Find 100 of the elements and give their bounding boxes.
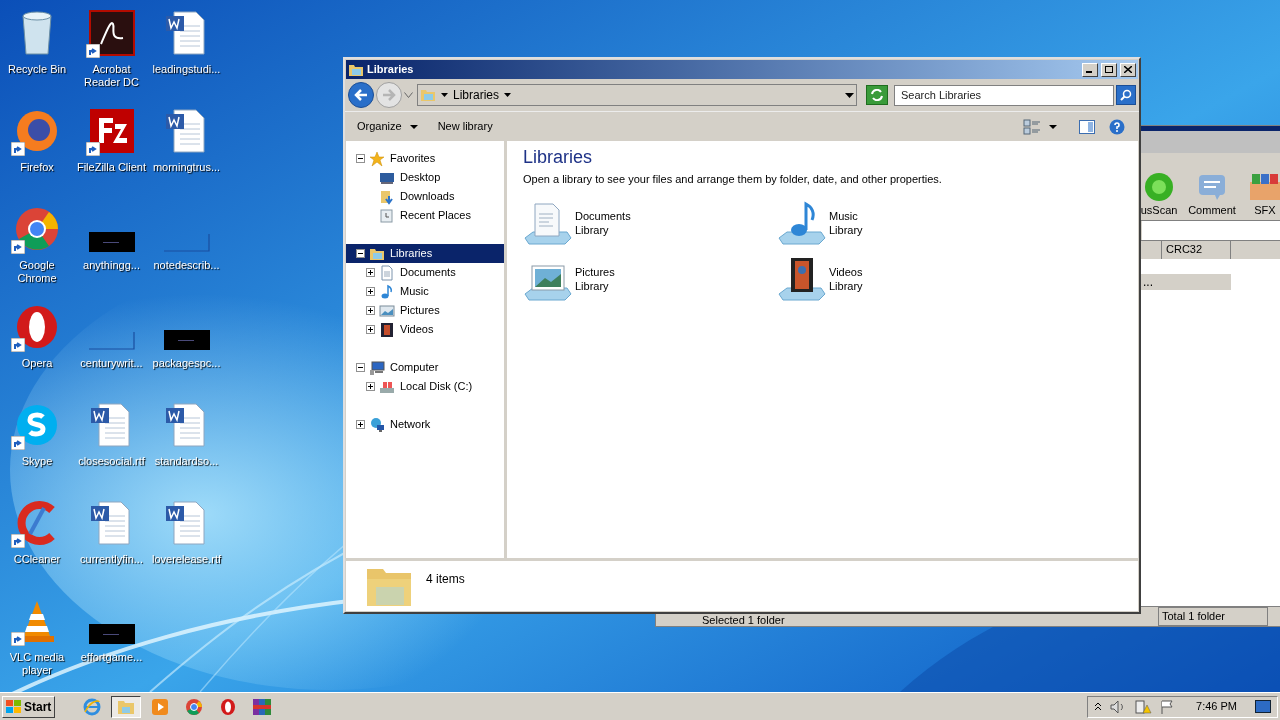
toolbar-button[interactable]: Comment	[1188, 171, 1236, 218]
library-name: Documents	[575, 208, 631, 223]
expander-icon[interactable]	[366, 306, 375, 315]
pdf-icon	[88, 10, 135, 56]
browser-icon	[219, 697, 238, 716]
show-desktop-icon[interactable]	[1255, 699, 1271, 714]
command-button[interactable]: Organize	[351, 114, 424, 139]
library-item[interactable]: Documents Library	[523, 199, 777, 250]
chevron-up-icon[interactable]	[1094, 701, 1103, 712]
picture-icon	[379, 302, 395, 319]
desktop-icon-label[interactable]: Google Chrome	[0, 259, 74, 285]
search-field[interactable]: Search Libraries	[894, 84, 1114, 106]
preview-pane-icon[interactable]	[1079, 119, 1095, 134]
library-item[interactable]: Music Library	[777, 199, 1031, 250]
star-icon	[369, 150, 385, 167]
library-name: Pictures	[575, 264, 615, 279]
path-field[interactable]	[1142, 221, 1280, 240]
tree-item[interactable]: Libraries	[346, 244, 504, 263]
tree-item[interactable]: Favorites	[346, 149, 504, 168]
computer-icon	[369, 359, 385, 376]
library-name: Music	[829, 208, 859, 223]
clock[interactable]: 7:46 PM	[1196, 698, 1237, 715]
minimize-button[interactable]	[1082, 62, 1098, 77]
toolbar-button[interactable]: SFX	[1245, 171, 1280, 218]
table-cell: ...	[1143, 275, 1153, 289]
caret-icon	[441, 93, 448, 97]
expander-icon[interactable]	[366, 382, 375, 391]
window-title: Libraries	[367, 62, 415, 78]
app-icon	[88, 108, 135, 154]
desktop-icon-label[interactable]: morningtrus...	[149, 161, 224, 174]
thumbnail-icon	[163, 330, 210, 350]
thumbnail-icon	[88, 232, 135, 252]
breadcrumb-item[interactable]: Libraries	[453, 86, 500, 104]
tree-item[interactable]: Desktop	[356, 168, 504, 187]
taskbar-button[interactable]	[111, 695, 142, 718]
library-name: Videos	[829, 264, 863, 279]
dropdown-caret-icon[interactable]	[845, 92, 854, 98]
desktop-icon-label[interactable]: anythingg...	[74, 259, 149, 272]
expander-icon[interactable]	[356, 420, 365, 429]
box-icon	[1247, 171, 1280, 202]
clock-icon	[379, 207, 395, 224]
network-warning-icon[interactable]	[1134, 698, 1153, 715]
desktop-icon-label[interactable]: notedescrib...	[149, 259, 224, 272]
toolbar-button[interactable]: usScan	[1140, 171, 1179, 218]
maximize-button[interactable]	[1101, 62, 1117, 77]
tree-item[interactable]: Pictures	[356, 301, 504, 320]
browser-icon	[14, 108, 60, 154]
archive-icon	[252, 697, 273, 716]
thumbnail-icon	[88, 624, 135, 644]
tree-item[interactable]: Computer	[346, 358, 504, 377]
thumbnail-icon	[88, 330, 135, 350]
expander-icon[interactable]	[366, 325, 375, 334]
library-item[interactable]: Videos Library	[777, 255, 1031, 306]
desktop-icon-label[interactable]: Acrobat Reader DC	[74, 63, 149, 89]
refresh-icon	[870, 89, 884, 101]
desktop-icon-label[interactable]: Firefox	[0, 161, 74, 174]
close-icon	[1124, 66, 1132, 73]
chat-icon	[14, 402, 60, 448]
back-button[interactable]	[348, 82, 374, 108]
folder-icon	[379, 188, 395, 205]
search-icon	[1120, 89, 1132, 101]
tree-item[interactable]: Local Disk (C:)	[356, 377, 504, 396]
expander-icon[interactable]	[356, 154, 365, 163]
tree-item[interactable]: Music	[356, 282, 504, 301]
start-button[interactable]: Start	[2, 695, 56, 718]
close-button[interactable]	[1120, 62, 1136, 77]
item-count: 4 items	[426, 571, 465, 588]
play-icon	[151, 697, 170, 716]
status-text: Selected 1 folder	[702, 612, 786, 627]
tree-item[interactable]: Videos	[356, 320, 504, 339]
command-button[interactable]: New library	[431, 114, 499, 139]
library-type: Library	[829, 278, 863, 293]
tree-item[interactable]: Documents	[356, 263, 504, 282]
desktop-icon-label[interactable]: Opera	[0, 357, 74, 370]
library-type: Library	[575, 222, 610, 237]
search-button[interactable]	[1116, 85, 1136, 105]
library-type: Library	[575, 278, 610, 293]
page-heading: Libraries	[523, 146, 594, 168]
caret-icon[interactable]	[1049, 124, 1057, 129]
desktop-icon-label[interactable]: FileZilla Client	[74, 161, 149, 174]
library-item[interactable]: Pictures Library	[523, 255, 777, 306]
globe-icon	[369, 416, 385, 433]
tree-item[interactable]: Network	[346, 415, 504, 434]
help-icon[interactable]	[1109, 118, 1125, 135]
thumbnail-icon	[163, 232, 210, 252]
view-options-icon[interactable]	[1023, 118, 1041, 135]
note-icon	[777, 199, 827, 248]
tree-item[interactable]: Downloads	[356, 187, 504, 206]
refresh-button[interactable]	[866, 85, 888, 105]
expander-icon[interactable]	[366, 287, 375, 296]
expander-icon[interactable]	[366, 268, 375, 277]
desktop-icon-label[interactable]: leadingstudi...	[149, 63, 224, 76]
expander-icon[interactable]	[356, 363, 365, 372]
desktop-icon-label[interactable]: Recycle Bin	[0, 63, 74, 76]
caret-icon	[504, 93, 512, 97]
library-type: Library	[829, 222, 863, 237]
tree-item[interactable]: Recent Places	[356, 206, 504, 225]
browser-icon	[83, 697, 102, 716]
expander-icon[interactable]	[356, 249, 365, 258]
address-bar[interactable]: Libraries	[417, 84, 857, 106]
